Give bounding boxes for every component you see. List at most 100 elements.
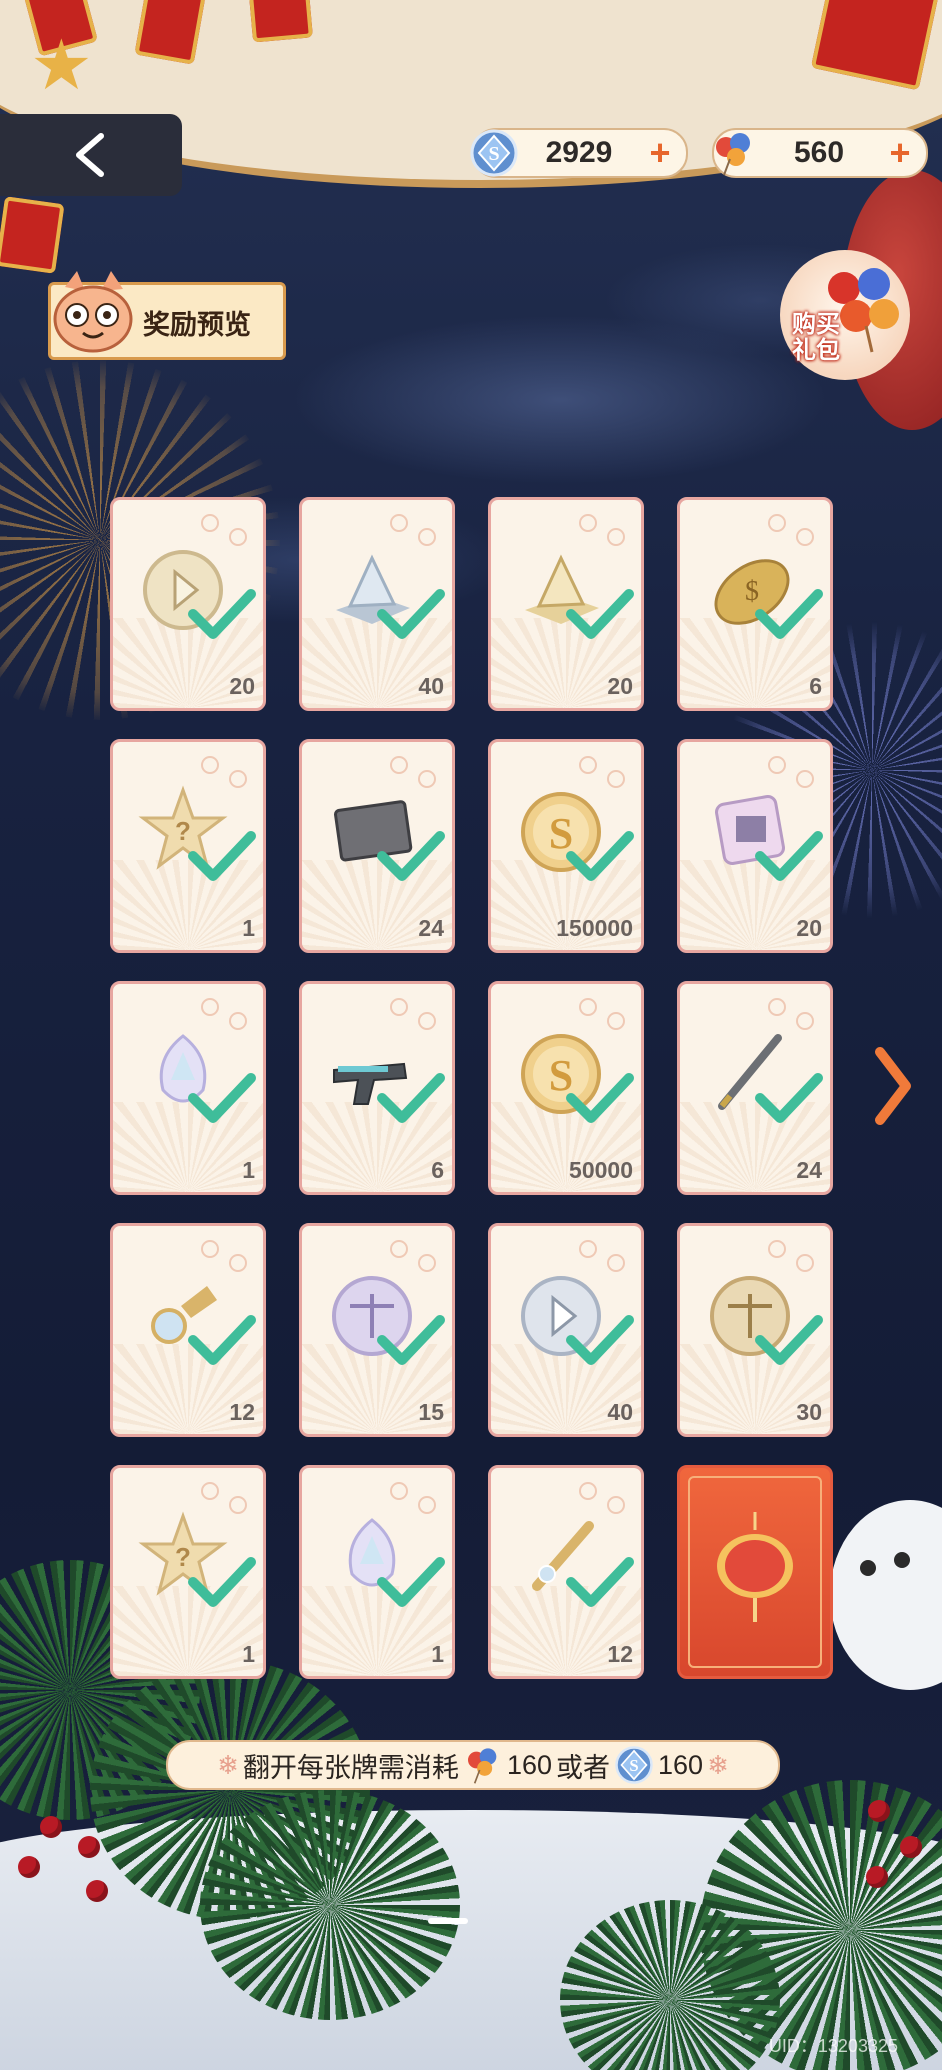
reward-preview-button[interactable]: 奖励预览 (48, 271, 286, 360)
checkmark-icon (188, 589, 256, 639)
reward-card[interactable]: 1 (299, 1465, 455, 1679)
next-page-arrow-icon[interactable] (874, 1046, 914, 1126)
cat-mascot-icon (53, 271, 133, 353)
checkmark-icon (566, 1315, 634, 1365)
checkmark-icon (188, 1557, 256, 1607)
page-indicator (428, 1918, 468, 1924)
currency-balloon[interactable]: 560 + (712, 128, 928, 178)
reward-card[interactable]: ? 1 (110, 1465, 266, 1679)
reward-count: 40 (418, 673, 444, 699)
balloon-icon (467, 1748, 497, 1784)
berry (868, 1800, 890, 1822)
back-button[interactable] (0, 114, 182, 196)
reward-count: 20 (229, 673, 255, 699)
svg-text:S: S (488, 143, 499, 165)
berry (866, 1866, 888, 1888)
star-decoration: ★ (30, 26, 93, 104)
reward-card[interactable]: 12 (110, 1223, 266, 1437)
svg-text:S: S (629, 1756, 638, 1775)
snowflake-icon: ❄ (217, 1749, 239, 1780)
red-lantern-icon (717, 1512, 793, 1622)
checkmark-icon (566, 831, 634, 881)
checkmark-icon (566, 589, 634, 639)
checkmark-icon (755, 589, 823, 639)
reward-count: 24 (418, 915, 444, 941)
s-coin-icon: S (470, 129, 518, 177)
reward-count: 15 (418, 1399, 444, 1425)
checkmark-icon (188, 1315, 256, 1365)
berry (18, 1856, 40, 1878)
reward-card[interactable]: $6 (677, 497, 833, 711)
buy-pack-label-line2: 礼包 (792, 337, 840, 364)
reward-count: 12 (607, 1641, 633, 1667)
reward-card[interactable]: 40 (299, 497, 455, 711)
reward-count: 1 (242, 1641, 255, 1667)
reward-count: 1 (242, 1157, 255, 1183)
balloon-value: 560 (793, 136, 845, 169)
reward-card[interactable]: 20 (488, 497, 644, 711)
currency-s-coin[interactable]: S 2929 + (470, 128, 688, 178)
flip-cost-prefix: 翻开每张牌需消耗 (242, 1752, 459, 1783)
reward-card[interactable]: S 150000 (488, 739, 644, 953)
reward-count: 1 (242, 915, 255, 941)
firecracker-decoration (134, 0, 206, 65)
add-balloon-button[interactable]: + (880, 135, 920, 171)
reward-card[interactable]: 1 (110, 981, 266, 1195)
reward-count: 6 (431, 1157, 444, 1183)
checkmark-icon (188, 831, 256, 881)
reward-card[interactable]: 12 (488, 1465, 644, 1679)
flip-cost-connector: 或者 (556, 1752, 610, 1783)
reward-card[interactable]: 6 (299, 981, 455, 1195)
reward-card[interactable]: 20 (110, 497, 266, 711)
checkmark-icon (755, 1073, 823, 1123)
reward-count: 1 (431, 1641, 444, 1667)
add-s-coin-button[interactable]: + (640, 135, 680, 171)
reward-card[interactable]: 20 (677, 739, 833, 953)
snowflake-icon: ❄ (707, 1749, 729, 1780)
s-coin-value: 2929 (545, 136, 613, 169)
flip-cost-bar: ❄ 翻开每张牌需消耗 160 或者 S 160 ❄ (166, 1740, 780, 1790)
buy-pack-label: 购买 礼包 (780, 312, 852, 364)
checkmark-icon (377, 1557, 445, 1607)
reward-count: 50000 (569, 1157, 633, 1183)
checkmark-icon (377, 831, 445, 881)
checkmark-icon (566, 1073, 634, 1123)
berry (78, 1836, 100, 1858)
buy-pack-label-line1: 购买 (792, 311, 840, 338)
reward-card[interactable] (677, 1465, 833, 1679)
reward-card[interactable]: 24 (299, 739, 455, 953)
checkmark-icon (755, 831, 823, 881)
reward-count: 24 (796, 1157, 822, 1183)
firecracker-decoration (247, 0, 313, 43)
reward-card[interactable]: 30 (677, 1223, 833, 1437)
reward-count: 20 (607, 673, 633, 699)
buy-pack-button[interactable]: 购买 礼包 (780, 250, 910, 380)
checkmark-icon (566, 1557, 634, 1607)
card-grid: 20 40 20 $6 ? 1 24 S 150000 20 1 6 S 50000 24 12 15 40 30?… (110, 497, 834, 1679)
s-coin-icon: S (615, 1746, 653, 1784)
checkmark-icon (188, 1073, 256, 1123)
snowman-decoration (830, 1500, 942, 1690)
chevron-left-icon (76, 133, 104, 177)
reward-card[interactable]: 15 (299, 1223, 455, 1437)
reward-count: 30 (796, 1399, 822, 1425)
reward-count: 12 (229, 1399, 255, 1425)
reward-card[interactable]: 40 (488, 1223, 644, 1437)
reward-card[interactable]: S 50000 (488, 981, 644, 1195)
firecracker-decoration (0, 196, 65, 274)
checkmark-icon (755, 1315, 823, 1365)
checkmark-icon (377, 589, 445, 639)
reward-card[interactable]: 24 (677, 981, 833, 1195)
reward-count: 20 (796, 915, 822, 941)
reward-card[interactable]: ? 1 (110, 739, 266, 953)
berry (40, 1816, 62, 1838)
berry (86, 1880, 108, 1902)
balloon-icon (716, 133, 750, 176)
checkmark-icon (377, 1073, 445, 1123)
reward-preview-label: 奖励预览 (143, 310, 251, 340)
uid-label: UID：13203325 (768, 2036, 898, 2056)
flip-cost-amount-balloon: 160 (506, 1749, 552, 1780)
berry (900, 1836, 922, 1858)
reward-count: 40 (607, 1399, 633, 1425)
checkmark-icon (377, 1315, 445, 1365)
